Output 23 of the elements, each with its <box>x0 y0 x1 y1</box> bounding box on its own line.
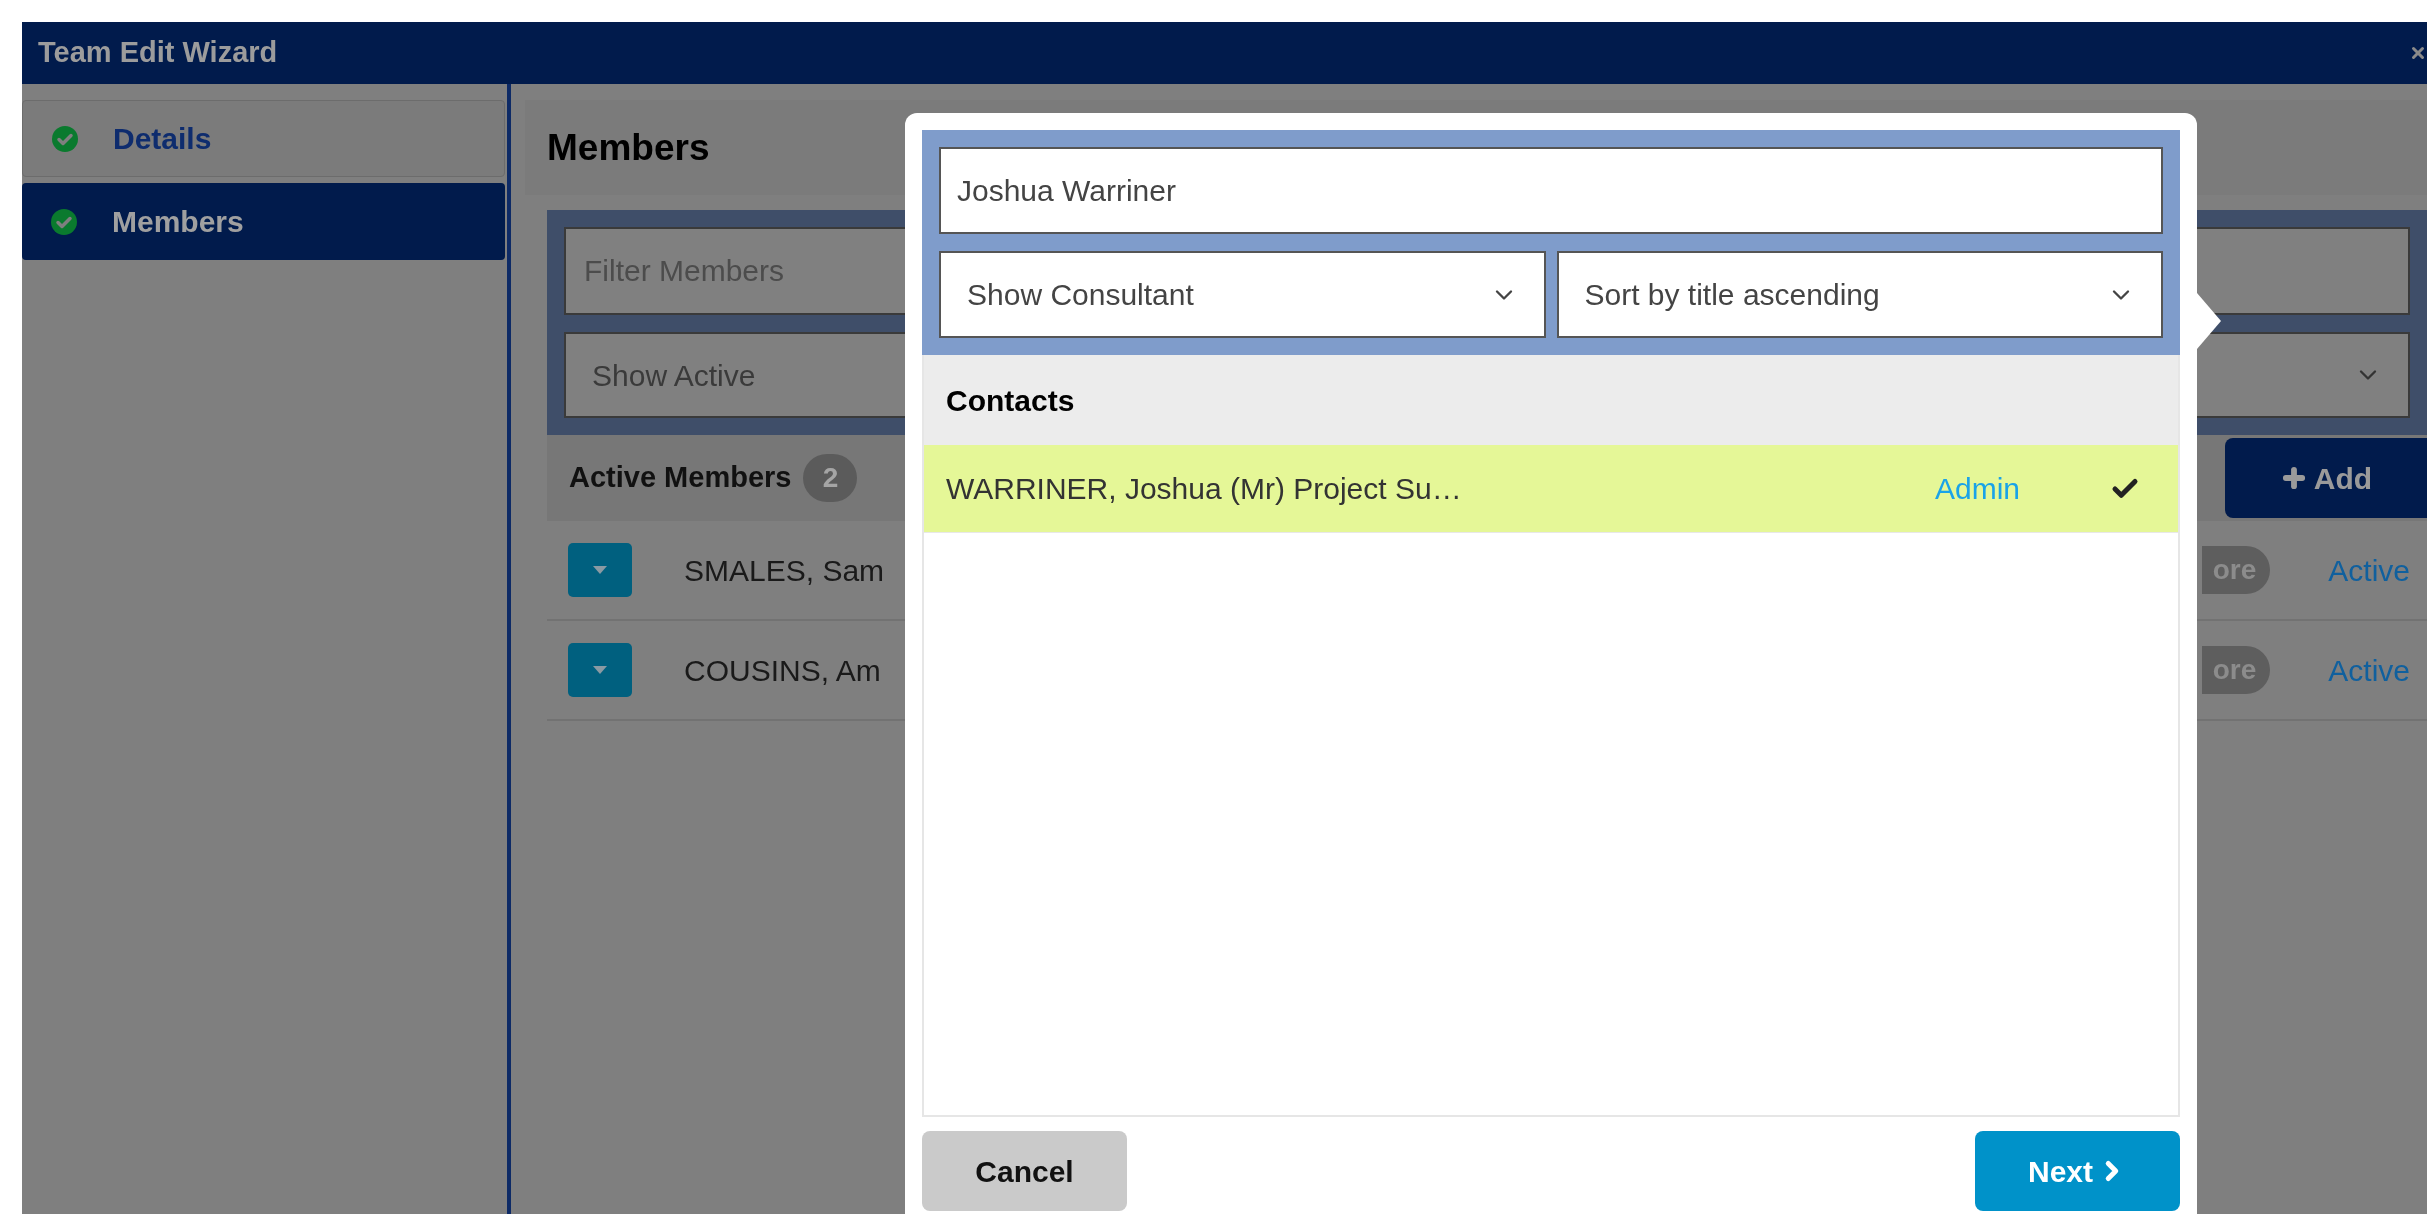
add-button[interactable]: Add <box>2225 438 2427 518</box>
search-field[interactable]: Joshua Warriner <box>939 147 2163 234</box>
member-name: SMALES, Sam <box>684 552 885 589</box>
type-select[interactable]: Show Consultant <box>939 251 1546 338</box>
role-label: Admin <box>1934 471 2020 507</box>
count-badge: 2 <box>803 454 858 502</box>
check-circle-icon <box>51 124 79 153</box>
cancel-button[interactable]: Cancel <box>922 1131 1127 1211</box>
window-title: Team Edit Wizard <box>38 35 278 71</box>
next-button[interactable]: Next <box>1975 1131 2180 1211</box>
panel-title: Members <box>547 125 710 170</box>
caret-down-icon <box>593 566 607 574</box>
caret-down-icon <box>593 666 607 674</box>
contact-name: WARRINER, Joshua (Mr) Project Su… <box>946 471 1462 507</box>
sort-select[interactable]: Sort by title ascending <box>1556 251 2163 338</box>
expand-button[interactable] <box>568 643 632 697</box>
section-title: Contacts <box>946 382 1075 419</box>
member-name: COUSINS, Am <box>684 652 881 689</box>
wizard-step[interactable]: Members <box>22 183 505 260</box>
contact-row[interactable]: WARRINER, Joshua (Mr) Project Su… Admin <box>924 445 2178 533</box>
expand-button[interactable] <box>568 543 632 597</box>
list-title: Active Members <box>569 460 792 496</box>
check-circle-icon <box>50 207 78 236</box>
